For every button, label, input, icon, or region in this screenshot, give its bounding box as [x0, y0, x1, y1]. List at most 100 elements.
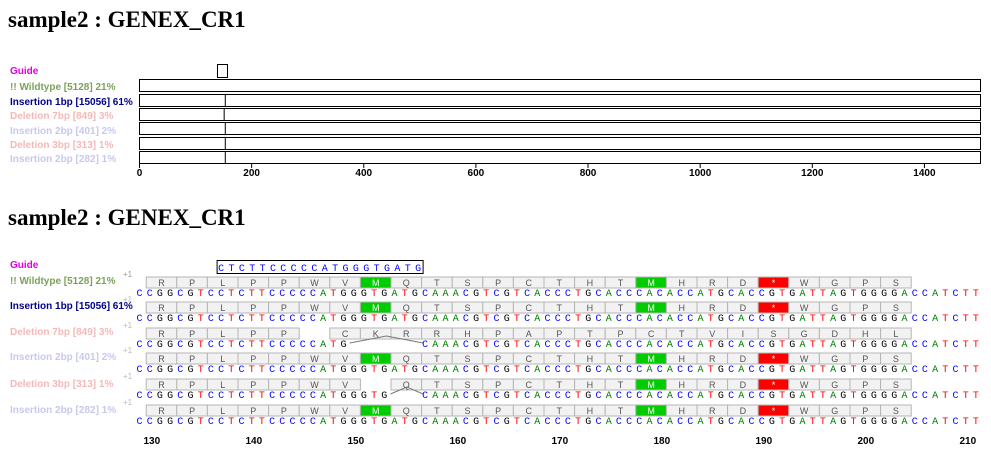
nucleotide: C: [269, 365, 275, 376]
amino-acid-label: H: [678, 406, 685, 416]
amino-acid-label: I: [742, 329, 745, 339]
nucleotide: C: [728, 365, 734, 376]
nucleotide: C: [545, 365, 551, 376]
nucleotide: C: [463, 391, 469, 402]
amino-acid-label: P: [862, 380, 868, 390]
amino-acid-label: T: [587, 329, 593, 339]
nucleotide: C: [555, 417, 561, 428]
amino-acid-cell: [696, 327, 729, 340]
nucleotide: A: [432, 314, 438, 325]
nucleotide: C: [137, 340, 143, 351]
nucleotide: T: [249, 365, 255, 376]
nucleotide: G: [881, 391, 887, 402]
nucleotide: C: [657, 365, 663, 376]
amino-acid-cell: [145, 301, 178, 314]
frame-mark: +1: [123, 321, 133, 330]
amino-acid-cell: [696, 276, 729, 289]
nucleotide: A: [932, 417, 938, 428]
nucleotide: G: [473, 314, 479, 325]
nucleotide: G: [881, 314, 887, 325]
nucleotide: A: [932, 365, 938, 376]
amino-acid-cell: [727, 301, 759, 314]
amino-acid-label: T: [434, 354, 440, 364]
nucleotide: T: [942, 417, 948, 428]
nucleotide: A: [534, 417, 540, 428]
nucleotide: C: [494, 340, 500, 351]
nucleotide: C: [463, 340, 469, 351]
nucleotide: T: [259, 314, 265, 325]
amino-acid-cell: [604, 352, 637, 365]
nucleotide: G: [381, 314, 387, 325]
nucleotide: C: [728, 417, 734, 428]
amino-acid-cell: [543, 276, 576, 289]
nucleotide: C: [759, 314, 765, 325]
nucleotide: A: [443, 289, 449, 300]
amino-acid-cell: [298, 276, 331, 289]
amino-acid-cell: [635, 276, 667, 289]
nucleotide: C: [269, 417, 275, 428]
amino-acid-label: P: [281, 406, 287, 416]
nucleotide: G: [718, 340, 724, 351]
nucleotide: C: [208, 340, 214, 351]
amino-acid-label: P: [189, 329, 195, 339]
nucleotide: T: [942, 289, 948, 300]
deletion-gap: [349, 335, 424, 344]
nucleotide: C: [953, 417, 959, 428]
amino-acid-label: M: [372, 303, 380, 313]
detail-row-label-wildtype-5128-21: !! Wildtype [5128] 21%: [10, 276, 116, 287]
nucleotide: T: [708, 340, 714, 351]
amino-acid-cell: [543, 404, 576, 417]
nucleotide: T: [779, 365, 785, 376]
nucleotide: G: [769, 289, 775, 300]
nucleotide: C: [208, 365, 214, 376]
nucleotide: A: [667, 391, 673, 402]
amino-acid-cell: [635, 327, 667, 340]
nucleotide: A: [432, 365, 438, 376]
nucleotide: C: [239, 365, 245, 376]
amino-acid-label: M: [372, 354, 380, 364]
amino-acid-label: V: [342, 303, 348, 313]
frame-mark: +1: [123, 398, 133, 407]
nucleotide: G: [188, 365, 194, 376]
amino-acid-label: H: [678, 354, 685, 364]
amino-acid-label: T: [434, 406, 440, 416]
amino-acid-label: S: [893, 406, 899, 416]
nucleotide: C: [912, 314, 918, 325]
amino-acid-label: P: [495, 406, 501, 416]
nucleotide: G: [871, 289, 877, 300]
nucleotide: C: [422, 289, 428, 300]
nucleotide: T: [942, 391, 948, 402]
nucleotide: A: [932, 314, 938, 325]
nucleotide: T: [371, 314, 377, 325]
amino-acid-cell: [329, 327, 361, 340]
amino-acid-label: Q: [403, 406, 410, 416]
detail-axis-tick-label: 170: [551, 436, 568, 447]
frame-mark: +1: [123, 372, 133, 381]
nucleotide: C: [422, 340, 428, 351]
amino-acid-label: R: [158, 380, 165, 390]
nucleotide: T: [514, 417, 520, 428]
amino-acid-cell: [421, 301, 453, 314]
nucleotide: C: [596, 417, 602, 428]
nucleotide: A: [667, 289, 673, 300]
nucleotide: C: [922, 289, 928, 300]
amino-acid-label: M: [647, 278, 655, 288]
overview-read-bar-4: [139, 122, 981, 135]
amino-acid-label: L: [220, 303, 225, 313]
nucleotide: G: [412, 417, 418, 428]
amino-acid-cell: [880, 404, 912, 417]
amino-acid-label: V: [342, 354, 348, 364]
nucleotide: G: [871, 340, 877, 351]
nucleotide: G: [473, 365, 479, 376]
amino-acid-label: H: [678, 278, 685, 288]
nucleotide: C: [677, 391, 683, 402]
nucleotide: C: [524, 340, 530, 351]
nucleotide: C: [463, 365, 469, 376]
nucleotide: C: [545, 314, 551, 325]
nucleotide: A: [830, 340, 836, 351]
nucleotide: C: [545, 340, 551, 351]
amino-acid-label: R: [158, 303, 165, 313]
amino-acid-cell: [176, 352, 208, 365]
nucleotide: G: [861, 365, 867, 376]
amino-acid-label: P: [189, 406, 195, 416]
